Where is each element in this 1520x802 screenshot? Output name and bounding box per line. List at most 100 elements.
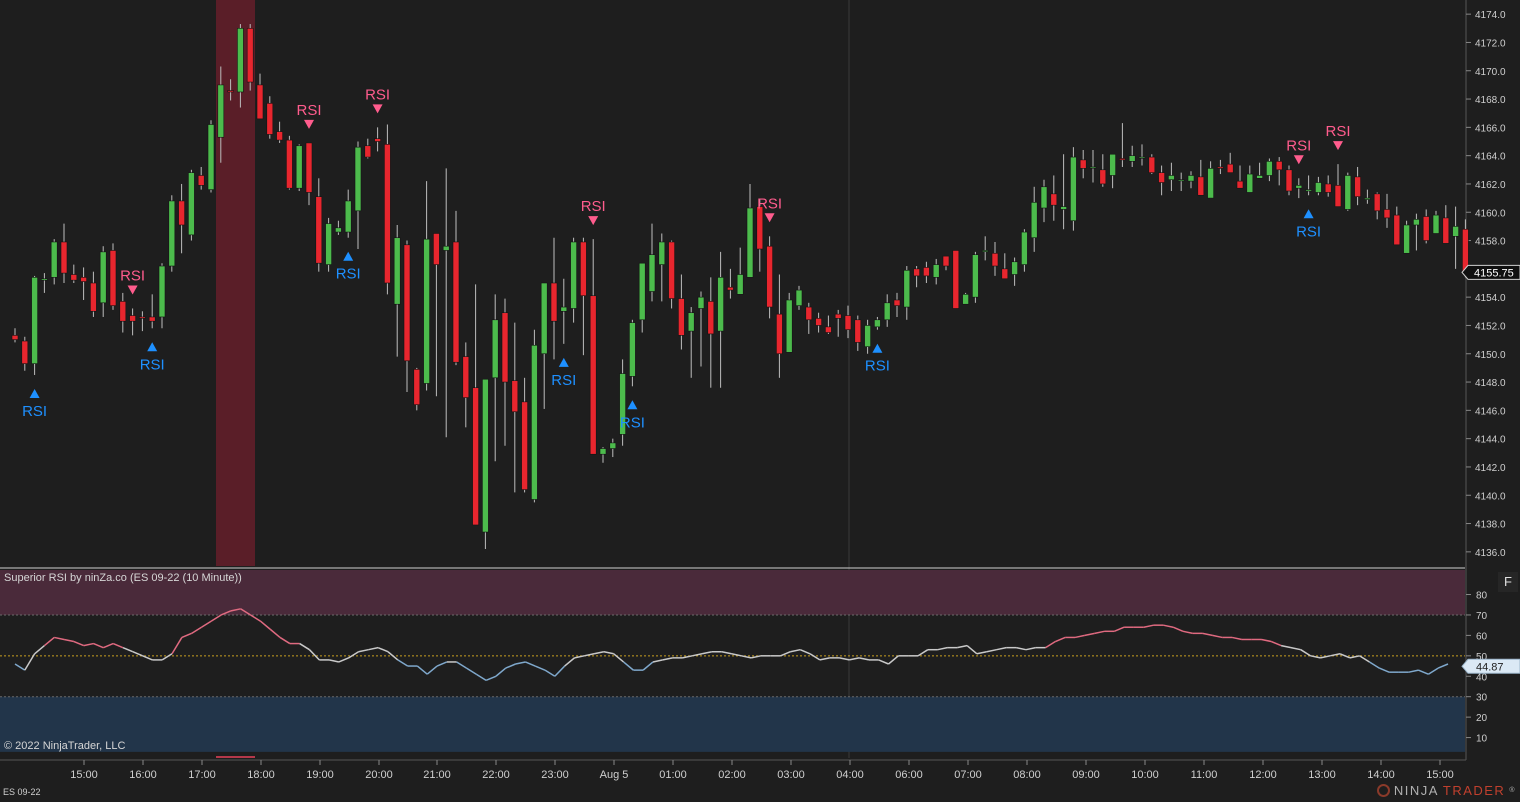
candle-body [1256,175,1263,179]
rsi-tick-label: 30 [1476,693,1488,704]
rsi-tick-label: 10 [1476,734,1488,745]
candle-body [972,254,979,298]
candle-body [403,244,411,362]
price-tick-label: 4152.0 [1475,321,1506,332]
candle-body [1422,216,1430,241]
candle-body [923,267,930,277]
candle-body [874,319,881,328]
candle-body [932,264,940,278]
time-tick-label: 03:00 [777,769,805,781]
candle-body [1197,176,1205,196]
price-tick-label: 4148.0 [1475,378,1506,389]
candle-body [41,278,48,281]
logo-part2: TRADER [1442,783,1506,798]
candle-body [1148,156,1156,173]
candle-body [1452,226,1459,237]
candle-body [491,319,499,379]
buy-signal-label: RSI [22,403,47,420]
candle-body [295,145,303,189]
candle-body [315,196,323,264]
candle-body [658,241,666,265]
time-tick-label: 06:00 [895,769,923,781]
candle-body [207,124,215,190]
candle-body [246,27,254,83]
candle-body [854,319,862,343]
candle-body [1011,261,1018,275]
price-tick-label: 4174.0 [1475,10,1506,21]
candle-body [707,301,715,335]
candle-body [1207,168,1214,199]
time-tick-label: 16:00 [129,769,157,781]
candle-body [1158,172,1165,183]
time-tick-label: Aug 5 [600,769,629,781]
candle-body [70,274,78,281]
candle-body [80,277,87,282]
time-tick-label: 20:00 [365,769,393,781]
candle-body [991,252,999,267]
candle-body [256,84,264,120]
candle-body [1373,193,1381,212]
candle-body [540,282,548,355]
candle-body [1236,180,1244,189]
rsi-tick-label: 40 [1476,672,1488,683]
candle-body [746,207,754,278]
candle-body [560,306,568,312]
candle-body [521,401,528,490]
candle-body [883,302,891,321]
candle-body [736,274,744,295]
candle-body [511,380,519,413]
price-tick-label: 4168.0 [1475,95,1506,106]
buy-signal-label: RSI [336,266,361,283]
candle-body [237,27,244,93]
candle-body [276,131,283,141]
candle-body [942,255,950,267]
oversold-zone [0,696,1465,752]
time-tick-label: 08:00 [1013,769,1041,781]
candle-body [1119,158,1126,161]
time-tick-label: 22:00 [482,769,510,781]
time-tick-label: 13:00 [1308,769,1336,781]
time-tick-label: 15:00 [1426,769,1454,781]
candle-body [903,269,911,308]
time-tick-label: 10:00 [1131,769,1159,781]
price-tick-label: 4150.0 [1475,350,1506,361]
candle-body [11,335,19,340]
candle-body [393,237,401,305]
sell-signal-label: RSI [1286,137,1311,154]
price-tick-label: 4140.0 [1475,491,1506,502]
candle-body [472,387,479,526]
candle-body [805,306,813,321]
candle-body [648,254,656,292]
candle-body [1021,231,1028,265]
chart-canvas[interactable]: 4136.0 4138.0 4140.0 4142.0 4144.0 4146.0 4148… [0,0,1520,802]
price-tick-label: 4142.0 [1475,463,1506,474]
candle-body [1413,219,1420,226]
candle-body [139,316,146,319]
candle-body [1364,197,1371,200]
candle-body [1246,173,1254,193]
candle-body [756,206,764,250]
candle-body [1226,163,1234,173]
candle-body [668,241,675,299]
candle-body [825,326,832,333]
candle-body [1168,175,1175,181]
candle-body [1295,185,1303,189]
price-tick-label: 4160.0 [1475,208,1506,219]
sell-signal-label: RSI [120,267,145,284]
candle-body [1217,166,1224,169]
candle-body [158,265,166,318]
candle-body [1354,176,1361,197]
candle-body [962,294,969,305]
candle-body [1403,224,1410,254]
candle-body [374,138,381,142]
panel-f-button[interactable]: F [1498,572,1518,592]
candle-body [109,250,117,306]
candle-body [197,175,205,186]
price-tick-label: 4164.0 [1475,152,1506,163]
candle-body [531,344,538,500]
candle-body [433,233,440,265]
price-tick-label: 4144.0 [1475,435,1506,446]
price-tick-label: 4172.0 [1475,38,1506,49]
candle-body [834,313,842,319]
candle-body [168,200,176,267]
